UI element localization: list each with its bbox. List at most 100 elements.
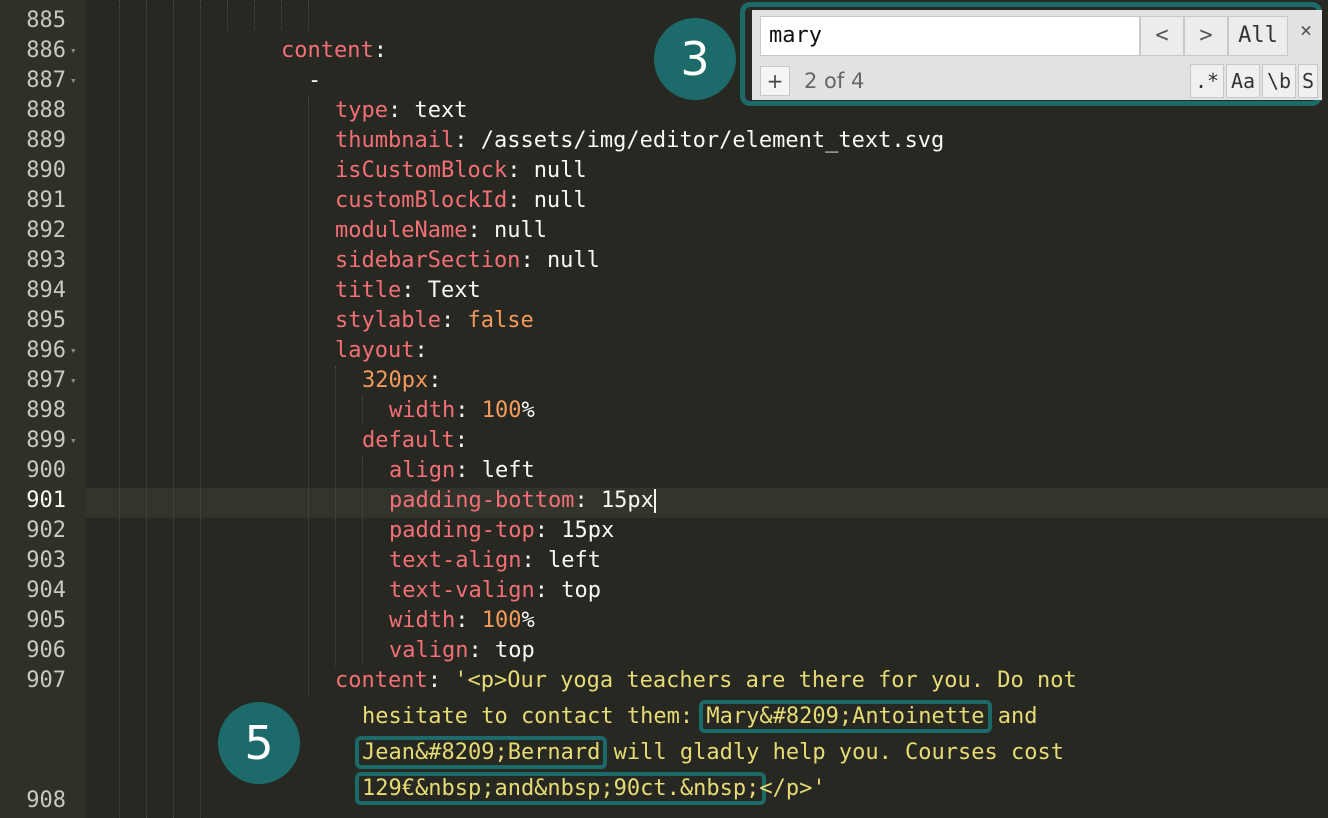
- indent-guide: [119, 0, 120, 818]
- yaml-dash: -: [308, 68, 322, 93]
- active-line-highlight: [86, 488, 1328, 518]
- yaml-key: padding-top: [389, 518, 535, 543]
- yaml-key: title: [335, 278, 402, 303]
- code-line: customBlockId: null: [335, 186, 587, 216]
- line-number: 890: [26, 158, 66, 183]
- code-line-active: padding-bottom: 15px: [389, 486, 656, 516]
- line-number: 900: [26, 458, 66, 483]
- yaml-key: width: [389, 398, 456, 423]
- yaml-sep: :: [507, 158, 534, 183]
- yaml-key: text-valign: [389, 578, 535, 603]
- string-content: </p>': [759, 776, 826, 801]
- code-line: content: '<p>Our yoga teachers are there…: [335, 666, 1077, 696]
- yaml-value: Text: [427, 278, 481, 303]
- fold-arrow-icon[interactable]: ▾: [70, 366, 77, 396]
- search-match-highlight: 129€&nbsp;and&nbsp;90ct.&nbsp;: [355, 772, 767, 805]
- indent-guide: [335, 366, 336, 666]
- line-number: 895: [26, 308, 66, 333]
- line-number: 906: [26, 638, 66, 663]
- annotation-badge: 3: [654, 18, 736, 100]
- add-icon[interactable]: +: [760, 66, 790, 96]
- code-line: text-align: left: [389, 546, 601, 576]
- yaml-sep: :: [454, 428, 468, 453]
- fold-arrow-icon[interactable]: ▾: [70, 36, 77, 66]
- yaml-key: customBlockId: [335, 188, 508, 213]
- regex-toggle[interactable]: .*: [1190, 64, 1224, 98]
- yaml-key: stylable: [335, 308, 441, 333]
- indent-guide: [227, 0, 228, 30]
- yaml-key: thumbnail: [335, 128, 455, 153]
- yaml-key: text-align: [389, 548, 522, 573]
- code-line: layout:: [335, 336, 428, 366]
- close-icon[interactable]: ×: [1300, 18, 1312, 42]
- yaml-value: null: [546, 248, 600, 273]
- code-line: width: 100%: [389, 396, 535, 426]
- search-match-highlight: Jean&#8209;Bernard: [355, 736, 608, 769]
- find-next-button[interactable]: >: [1184, 16, 1228, 56]
- yaml-value: 15px: [561, 518, 615, 543]
- indent-guide: [200, 0, 201, 818]
- code-line-wrapped: 129€&nbsp;and&nbsp;90ct.&nbsp;</p>': [355, 772, 826, 806]
- yaml-value: top: [494, 638, 535, 663]
- find-input[interactable]: mary: [760, 16, 1140, 56]
- yaml-key: sidebarSection: [335, 248, 521, 273]
- yaml-key: width: [389, 608, 456, 633]
- string-content: '<p>Our yoga teachers are there for you.…: [454, 668, 1077, 693]
- indent-guide: [254, 0, 255, 30]
- yaml-value: 15px: [600, 488, 654, 513]
- find-prev-button[interactable]: <: [1140, 16, 1184, 56]
- code-line: moduleName: null: [335, 216, 547, 246]
- code-line: type: text: [335, 96, 467, 126]
- yaml-value: text: [414, 98, 468, 123]
- find-all-button[interactable]: All: [1228, 16, 1288, 56]
- fold-arrow-icon[interactable]: ▾: [70, 426, 77, 456]
- line-number: 902: [26, 518, 66, 543]
- yaml-number: 100: [481, 608, 522, 633]
- search-selection-toggle[interactable]: S: [1298, 64, 1318, 98]
- fold-arrow-icon[interactable]: ▾: [70, 336, 77, 366]
- yaml-sep: :: [373, 38, 387, 63]
- yaml-key: content: [281, 38, 374, 63]
- indent-guide: [281, 0, 282, 30]
- case-sensitive-toggle[interactable]: Aa: [1226, 64, 1260, 98]
- yaml-sep: :: [455, 398, 482, 423]
- indent-guide: [308, 0, 309, 30]
- yaml-sep: :: [455, 608, 482, 633]
- code-line-wrapped: Jean&#8209;Bernard will gladly help you.…: [355, 736, 1064, 770]
- line-number: 894: [26, 278, 66, 303]
- whole-word-toggle[interactable]: \b: [1262, 64, 1296, 98]
- indent-guide: [173, 0, 174, 818]
- yaml-value: left: [481, 458, 535, 483]
- yaml-key: isCustomBlock: [335, 158, 508, 183]
- yaml-value: null: [533, 158, 587, 183]
- line-number-active: 901: [26, 488, 66, 513]
- line-number: 899: [26, 428, 66, 453]
- indent-guide: [146, 0, 147, 818]
- yaml-sep: :: [427, 668, 455, 693]
- yaml-sep: :: [574, 488, 601, 513]
- fold-arrow-icon[interactable]: ▾: [70, 66, 77, 96]
- yaml-key: moduleName: [335, 218, 468, 243]
- yaml-value: null: [533, 188, 587, 213]
- line-number: 904: [26, 578, 66, 603]
- yaml-sep: :: [401, 278, 428, 303]
- yaml-sep: :: [468, 638, 495, 663]
- line-number: 892: [26, 218, 66, 243]
- yaml-sep: :: [467, 218, 494, 243]
- yaml-value: left: [547, 548, 601, 573]
- annotation-badge: 5: [218, 702, 300, 784]
- yaml-sep: :: [507, 188, 534, 213]
- line-number: 908: [26, 788, 66, 813]
- yaml-value: null: [493, 218, 547, 243]
- code-line: align: left: [389, 456, 535, 486]
- line-number: 888: [26, 98, 66, 123]
- yaml-key: layout: [335, 338, 415, 363]
- yaml-number: 100: [481, 398, 522, 423]
- code-line: text-valign: top: [389, 576, 601, 606]
- yaml-sep: :: [454, 128, 481, 153]
- yaml-sep: :: [455, 458, 482, 483]
- line-number: 907: [26, 668, 66, 693]
- yaml-unit: %: [521, 398, 535, 423]
- line-number: 903: [26, 548, 66, 573]
- yaml-sep: :: [534, 578, 562, 603]
